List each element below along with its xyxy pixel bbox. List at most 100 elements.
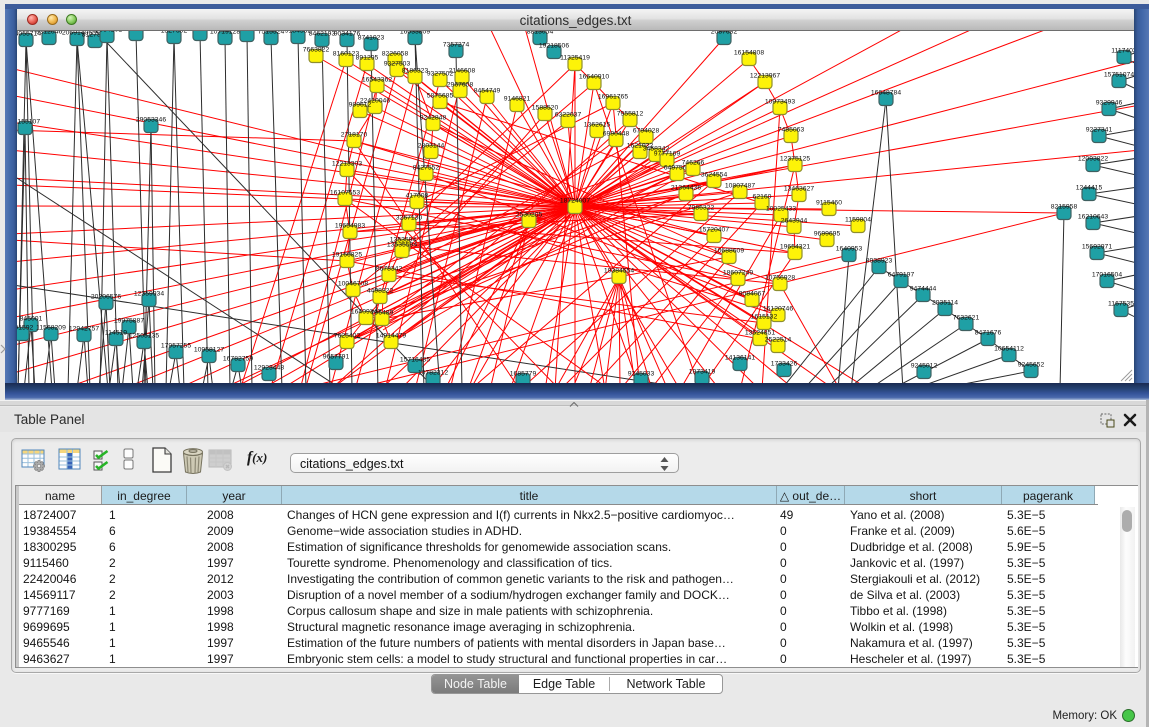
svg-text:9084067: 9084067 <box>739 291 766 298</box>
svg-text:7485063: 7485063 <box>778 127 805 134</box>
svg-text:9245012: 9245012 <box>911 363 938 370</box>
svg-text:8186323: 8186323 <box>402 68 429 75</box>
svg-text:845001: 845001 <box>20 316 43 323</box>
svg-text:9657791: 9657791 <box>323 354 350 361</box>
svg-text:9242848: 9242848 <box>420 115 447 122</box>
svg-text:10756928: 10756928 <box>765 275 795 282</box>
svg-text:13524851: 13524851 <box>745 330 775 337</box>
svg-text:14136141: 14136141 <box>725 355 755 362</box>
svg-text:17957255: 17957255 <box>161 343 191 350</box>
svg-text:8454749: 8454749 <box>474 88 501 95</box>
svg-text:7663822: 7663822 <box>303 47 330 54</box>
svg-text:12213967: 12213967 <box>750 73 780 80</box>
svg-text:1640953: 1640953 <box>836 246 863 253</box>
svg-text:19654321: 19654321 <box>780 244 810 251</box>
svg-text:9146821: 9146821 <box>504 96 531 103</box>
svg-text:15751074: 15751074 <box>1104 72 1134 79</box>
svg-text:13535594: 13535594 <box>387 242 417 249</box>
svg-text:9115460: 9115460 <box>816 200 842 207</box>
svg-text:62160: 62160 <box>753 194 772 201</box>
svg-text:1117403: 1117403 <box>1111 48 1134 55</box>
svg-text:12093822: 12093822 <box>1078 156 1108 163</box>
svg-text:14914479: 14914479 <box>376 333 406 340</box>
svg-text:15720407: 15720407 <box>699 227 729 234</box>
svg-text:16120746: 16120746 <box>763 306 793 313</box>
svg-text:16782759: 16782759 <box>223 356 253 363</box>
svg-text:18607249: 18607249 <box>723 270 753 277</box>
svg-text:16210643: 16210643 <box>1078 214 1108 221</box>
svg-text:18954201: 18954201 <box>92 31 122 34</box>
svg-text:8462193: 8462193 <box>309 31 336 38</box>
svg-text:19975887: 19975887 <box>114 318 144 325</box>
svg-text:16543362: 16543362 <box>362 77 392 84</box>
svg-text:8678342: 8678342 <box>376 266 403 273</box>
svg-text:10973493: 10973493 <box>765 99 795 106</box>
svg-text:1167535: 1167535 <box>1108 301 1134 308</box>
svg-text:7515524: 7515524 <box>258 31 285 36</box>
svg-text:16640910: 16640910 <box>579 74 609 81</box>
svg-text:18724007: 18724007 <box>560 198 590 205</box>
svg-text:796489: 796489 <box>371 310 394 317</box>
svg-text:12213303: 12213303 <box>332 161 362 168</box>
svg-text:9034176: 9034176 <box>334 31 361 38</box>
svg-text:2718170: 2718170 <box>341 132 368 139</box>
svg-text:19654983: 19654983 <box>335 223 365 230</box>
svg-text:16033809: 16033809 <box>400 31 430 36</box>
svg-text:6479197: 6479197 <box>888 272 915 279</box>
svg-text:6322037: 6322037 <box>555 112 582 119</box>
svg-text:5875685: 5875685 <box>427 93 454 100</box>
svg-text:19218506: 19218506 <box>539 43 569 50</box>
svg-text:9474444: 9474444 <box>910 286 937 293</box>
svg-text:8813054: 8813054 <box>527 31 554 36</box>
svg-text:9329946: 9329946 <box>1096 100 1123 107</box>
svg-text:10046708: 10046708 <box>338 281 368 288</box>
svg-text:2146608: 2146608 <box>449 68 476 75</box>
svg-text:1327602: 1327602 <box>161 31 188 35</box>
svg-text:12505135: 12505135 <box>129 333 159 340</box>
svg-text:1733426: 1733426 <box>771 361 798 368</box>
svg-text:15692971: 15692971 <box>1082 244 1112 251</box>
svg-text:10807487: 10807487 <box>725 183 755 190</box>
svg-text:1362615: 1362615 <box>584 122 611 129</box>
svg-text:17016504: 17016504 <box>1092 272 1122 279</box>
svg-text:11325419: 11325419 <box>560 55 590 62</box>
svg-text:1615132: 1615132 <box>751 314 778 321</box>
svg-text:1244415: 1244415 <box>1076 185 1103 192</box>
svg-text:2530205: 2530205 <box>516 212 543 219</box>
svg-text:9777169: 9777169 <box>654 151 681 158</box>
svg-text:10782312: 10782312 <box>418 370 448 377</box>
svg-text:9227341: 9227341 <box>1086 127 1113 134</box>
svg-text:8215958: 8215958 <box>1051 204 1078 211</box>
svg-text:3624554: 3624554 <box>701 172 728 179</box>
svg-text:8938923: 8938923 <box>866 258 893 265</box>
svg-text:16154808: 16154808 <box>734 50 764 57</box>
svg-text:29053346: 29053346 <box>136 117 166 124</box>
svg-text:8427552: 8427552 <box>413 165 440 172</box>
svg-text:16648784: 16648784 <box>871 90 901 97</box>
svg-text:10025433: 10025433 <box>766 206 796 213</box>
svg-text:9312046: 9312046 <box>36 31 63 36</box>
svg-text:13463627: 13463627 <box>784 186 814 193</box>
svg-text:16107553: 16107553 <box>330 190 360 197</box>
svg-text:2803144: 2803144 <box>418 143 445 150</box>
svg-text:8741023: 8741023 <box>358 35 385 42</box>
svg-text:1588520: 1588520 <box>532 105 559 112</box>
svg-text:417008: 417008 <box>406 193 429 200</box>
svg-text:2643944: 2643944 <box>781 218 808 225</box>
svg-text:7986322: 7986322 <box>688 205 715 212</box>
svg-text:12359934: 12359934 <box>134 291 164 298</box>
svg-text:2087682: 2087682 <box>711 31 738 36</box>
svg-text:19166825: 19166825 <box>332 252 362 259</box>
svg-text:2522514: 2522514 <box>765 337 792 344</box>
svg-text:746266: 746266 <box>682 160 705 167</box>
svg-text:4498222: 4498222 <box>367 288 394 295</box>
svg-text:2967608: 2967608 <box>447 82 474 89</box>
svg-text:9327503: 9327503 <box>384 61 411 68</box>
svg-text:12923448: 12923448 <box>254 365 284 372</box>
svg-text:16961765: 16961765 <box>598 94 628 101</box>
svg-text:11568209: 11568209 <box>36 325 66 332</box>
svg-text:15716485: 15716485 <box>400 357 430 364</box>
svg-text:10653267: 10653267 <box>121 31 151 32</box>
svg-text:2935114: 2935114 <box>932 300 958 307</box>
svg-text:10688609: 10688609 <box>714 248 744 255</box>
